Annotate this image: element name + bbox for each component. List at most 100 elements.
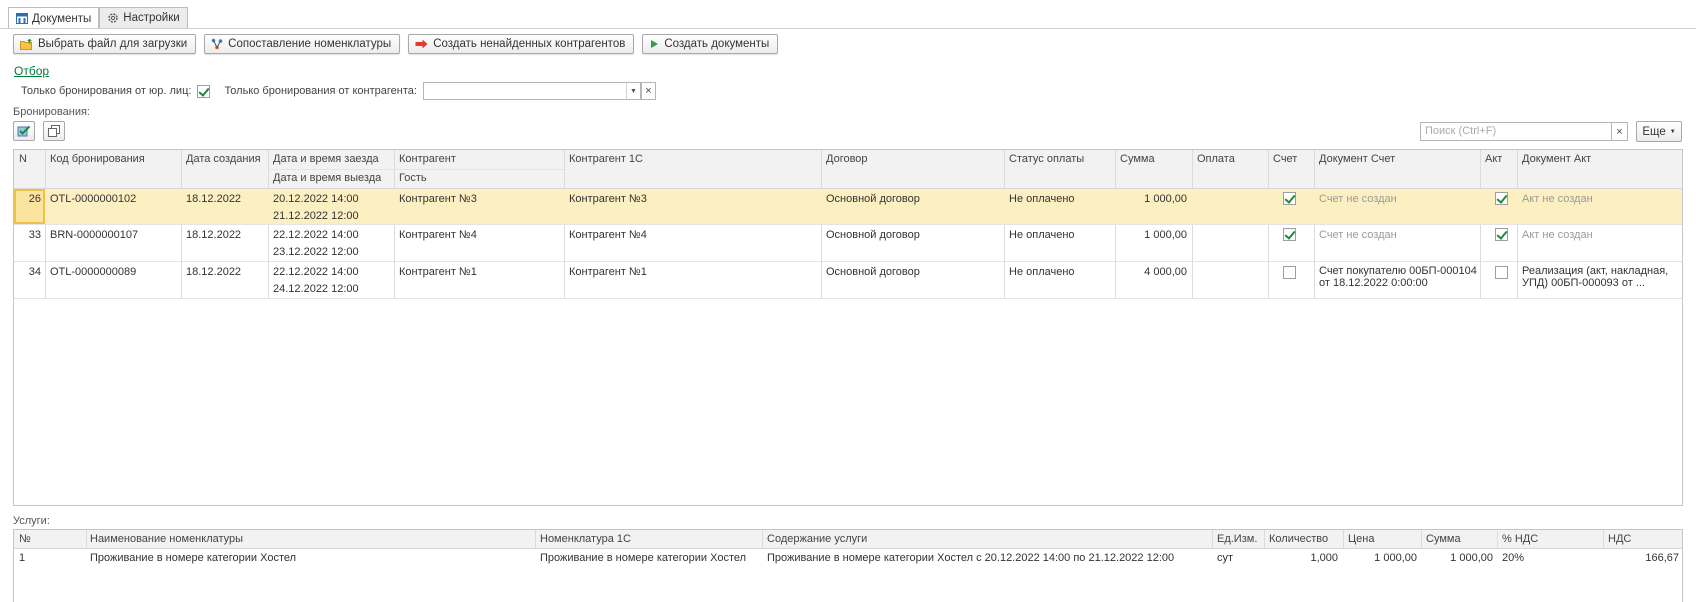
svc-col-vat[interactable]: НДС [1608,533,1631,545]
table-row[interactable]: 33 BRN-0000000107 18.12.2022 22.12.2022 … [14,225,1682,260]
create-documents-label: Создать документы [664,38,770,50]
mark-all-button[interactable] [13,121,35,141]
mapping-button[interactable]: Сопоставление номенклатуры [204,34,401,54]
more-button[interactable]: Еще ▼ [1636,121,1682,142]
row-checkin: 20.12.2022 14:00 [273,193,359,205]
col-separator [1264,530,1265,549]
row-invoice-doc[interactable]: Счет не создан [1319,193,1397,205]
svc-col-nom-1c[interactable]: Номенклатура 1С [540,533,631,545]
col-guest[interactable]: Гость [399,172,427,184]
col-created[interactable]: Дата создания [186,153,261,165]
contractor-combo[interactable]: ▼ [422,82,641,100]
tab-settings-label: Настройки [123,12,180,24]
row-act-doc[interactable]: Реализация (акт, накладная, [1522,265,1668,277]
bookings-label: Бронирования: [13,106,90,118]
svc-col-vat-pct[interactable]: % НДС [1502,533,1538,545]
chevron-down-icon[interactable]: ▼ [625,83,640,99]
row-code: OTL-0000000102 [50,193,137,205]
row-invoice-checkbox[interactable] [1283,192,1296,205]
row-checkout: 24.12.2022 12:00 [273,283,359,295]
tab-documents-label: Документы [32,12,92,25]
col-separator [1212,530,1213,549]
svc-col-content[interactable]: Содержание услуги [767,533,867,545]
svc-col-price[interactable]: Цена [1348,533,1374,545]
col-checkin[interactable]: Дата и время заезда [273,153,379,165]
row-invoice-doc[interactable]: Счет покупателю 00БП-000104 [1319,265,1477,277]
col-contractor[interactable]: Контрагент [399,153,456,165]
services-table[interactable]: № Наименование номенклатуры Номенклатура… [13,529,1683,602]
svc-row-vat-pct: 20% [1502,552,1525,564]
row-invoice-checkbox[interactable] [1283,228,1296,241]
row-contractor: Контрагент №1 [399,266,477,278]
svc-col-name[interactable]: Наименование номенклатуры [90,533,243,545]
row-sum: 1 000,00 [1144,229,1187,241]
select-file-button[interactable]: Выбрать файл для загрузки [13,34,197,54]
row-contractor-1c: Контрагент №3 [569,193,647,205]
col-act-doc[interactable]: Документ Акт [1522,153,1591,165]
col-n[interactable]: N [19,153,27,165]
row-act-checkbox[interactable] [1495,266,1508,279]
row-contractor: Контрагент №4 [399,229,477,241]
svc-row-qty: 1,000 [1310,552,1338,564]
row-pay-status: Не оплачено [1009,229,1075,241]
row-pay-status: Не оплачено [1009,193,1075,205]
svc-col-unit[interactable]: Ед.Изм. [1217,533,1257,545]
row-checkout: 21.12.2022 12:00 [273,210,359,222]
col-act[interactable]: Акт [1485,153,1502,165]
check-all-icon [17,125,31,137]
row-sum: 1 000,00 [1144,193,1187,205]
table-row[interactable]: 26 OTL-0000000102 18.12.2022 20.12.2022 … [14,189,1682,224]
svc-col-qty[interactable]: Количество [1269,533,1328,545]
tab-bar: Документы Настройки [8,7,188,29]
row-created: 18.12.2022 [186,193,242,205]
col-invoice-doc[interactable]: Документ Счет [1319,153,1395,165]
row-checkin: 22.12.2022 14:00 [273,229,359,241]
create-contractors-button[interactable]: Создать ненайденных контрагентов [408,34,635,54]
search-input[interactable]: Поиск (Ctrl+F) [1420,122,1612,141]
col-invoice[interactable]: Счет [1273,153,1297,165]
row-created: 18.12.2022 [186,266,242,278]
search-clear-button[interactable]: × [1612,122,1628,141]
clear-contractor-button[interactable]: × [640,82,656,100]
row-invoice-doc[interactable]: Счет не создан [1319,229,1397,241]
col-separator [762,530,763,549]
col-contract[interactable]: Договор [826,153,868,165]
create-documents-button[interactable]: Создать документы [642,34,779,54]
filter-row: Только бронирования от юр. лиц: Только б… [21,82,656,100]
svc-col-sum[interactable]: Сумма [1426,533,1461,545]
table-row[interactable]: 34 OTL-0000000089 18.12.2022 22.12.2022 … [14,262,1682,298]
tab-settings[interactable]: Настройки [99,7,188,28]
services-header: № Наименование номенклатуры Номенклатура… [14,530,1682,549]
svc-col-n[interactable]: № [19,533,31,545]
row-invoice-doc-line2[interactable]: от 18.12.2022 0:00:00 [1319,277,1428,289]
row-act-checkbox[interactable] [1495,228,1508,241]
play-icon [651,40,659,48]
col-code[interactable]: Код бронирования [50,153,145,165]
tab-divider [0,28,1696,29]
col-payment[interactable]: Оплата [1197,153,1235,165]
only-legal-checkbox[interactable] [197,84,211,98]
col-pay-status[interactable]: Статус оплаты [1009,153,1084,165]
row-act-doc[interactable]: Акт не создан [1522,229,1593,241]
svc-row-n: 1 [19,552,26,564]
row-act-doc[interactable]: Акт не создан [1522,193,1593,205]
unmark-all-button[interactable] [43,121,65,141]
row-act-checkbox[interactable] [1495,192,1508,205]
bookings-table[interactable]: N Код бронирования Дата создания Дата и … [13,149,1683,506]
bookings-header: N Код бронирования Дата создания Дата и … [14,150,1682,189]
create-contractors-label: Создать ненайденных контрагентов [433,38,626,50]
folder-upload-icon [20,38,32,50]
filter-link[interactable]: Отбор [14,64,49,78]
row-act-doc-line2[interactable]: УПД) 00БП-000093 от ... [1522,277,1645,289]
table-row[interactable]: 1 Проживание в номере категории Хостел П… [14,549,1682,568]
select-file-label: Выбрать файл для загрузки [38,38,188,50]
row-contractor-1c: Контрагент №1 [569,266,647,278]
col-contractor-1c[interactable]: Контрагент 1С [569,153,643,165]
row-checkout: 23.12.2022 12:00 [273,246,359,258]
tab-documents[interactable]: Документы [8,7,100,29]
row-invoice-checkbox[interactable] [1283,266,1296,279]
row-contract: Основной договор [826,193,920,205]
col-checkout[interactable]: Дата и время выезда [273,172,381,184]
col-sum[interactable]: Сумма [1120,153,1155,165]
only-contractor-label: Только бронирования от контрагента: [224,85,417,97]
